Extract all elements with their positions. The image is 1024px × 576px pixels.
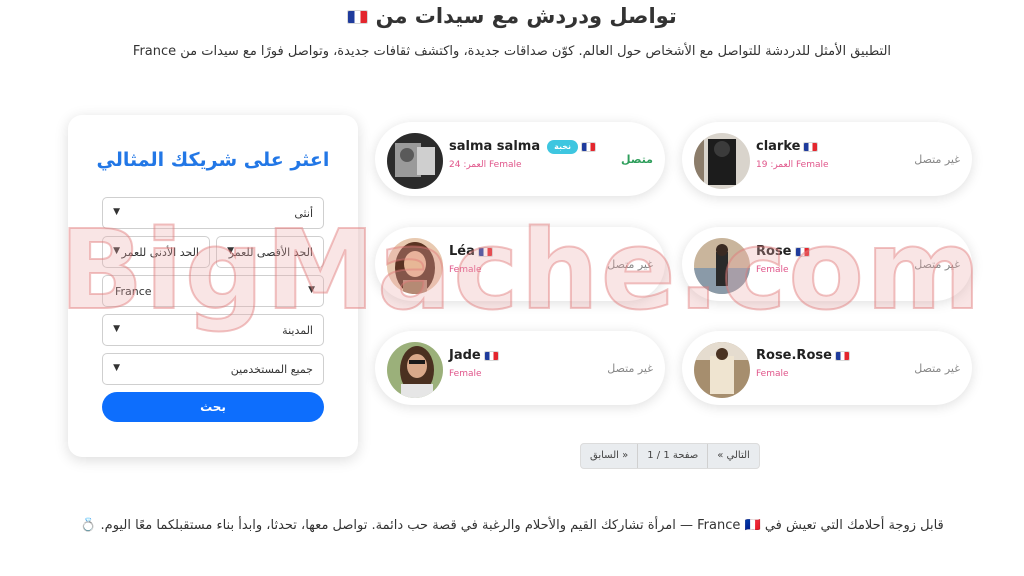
profile-name: Léa (449, 244, 475, 259)
profile-name-row: Rose (756, 244, 810, 259)
profile-name-row: Léa (449, 244, 493, 259)
chevron-down-icon: ▼ (308, 285, 315, 295)
avatar[interactable] (387, 133, 443, 189)
gender-select-value: أنثى (294, 206, 313, 220)
prev-page-button[interactable]: السابق » (581, 444, 639, 468)
profile-card[interactable]: Rose.Rose Female غير متصل (682, 331, 972, 405)
footer-text: قابل زوجة أحلامك التي تعيش في France 🇫🇷 … (80, 518, 944, 533)
users-select-value: جميع المستخدمين (230, 362, 313, 376)
country-select-value: France (115, 284, 152, 298)
france-flag-icon (794, 246, 810, 257)
page-subtitle: التطبيق الأمثل للدردشة للتواصل مع الأشخا… (132, 44, 892, 59)
search-button[interactable]: بحث (102, 392, 324, 422)
page-title: تواصل ودردش مع سيدات من (0, 4, 1024, 28)
profile-name: Jade (449, 348, 481, 363)
min-age-select-value: الحد الأدنى للعمر (121, 245, 199, 259)
pagination: السابق » صفحة 1 / 1 « التالي (580, 443, 760, 469)
france-flag-icon (483, 350, 499, 361)
profile-name-row: clarke (756, 139, 819, 154)
profile-meta: العمر: 19 Female (756, 160, 829, 170)
chevron-down-icon: ▼ (113, 363, 120, 373)
next-page-button[interactable]: « التالي (708, 444, 759, 468)
users-select[interactable]: جميع المستخدمين ▼ (102, 353, 324, 385)
min-age-select[interactable]: الحد الأدنى للعمر ▼ (102, 236, 210, 268)
chevron-down-icon: ▼ (113, 246, 120, 256)
profile-card[interactable]: salma salma نخبة العمر: 24 Female متصل (375, 122, 665, 196)
profile-card[interactable]: Jade Female غير متصل (375, 331, 665, 405)
city-select-value: المدينة (282, 323, 313, 337)
profile-meta: Female (449, 369, 482, 379)
avatar[interactable] (387, 342, 443, 398)
avatar[interactable] (694, 238, 750, 294)
max-age-select[interactable]: الحد الأقصى للعمر ▼ (216, 236, 324, 268)
profile-name: clarke (756, 139, 801, 154)
avatar[interactable] (694, 342, 750, 398)
profile-meta: Female (756, 369, 789, 379)
profile-name: Rose.Rose (756, 348, 832, 363)
profile-name-row: Rose.Rose (756, 348, 850, 363)
page-indicator: صفحة 1 / 1 (638, 444, 709, 468)
chevron-down-icon: ▼ (113, 207, 120, 217)
status-online: متصل (621, 153, 653, 166)
profile-name: Rose (756, 244, 792, 259)
city-select[interactable]: المدينة ▼ (102, 314, 324, 346)
search-title: اعثر على شريكك المثالي (96, 149, 330, 171)
avatar[interactable] (694, 133, 750, 189)
chevron-down-icon: ▼ (227, 246, 234, 256)
france-flag-icon (834, 350, 850, 361)
profile-meta: Female (449, 265, 482, 275)
profile-name-row: salma salma نخبة (449, 139, 596, 154)
gender-select[interactable]: أنثى ▼ (102, 197, 324, 229)
profile-card[interactable]: Léa Female غير متصل (375, 227, 665, 301)
status-offline: غير متصل (914, 258, 960, 271)
status-offline: غير متصل (607, 258, 653, 271)
france-flag-icon (581, 141, 596, 152)
profile-name-row: Jade (449, 348, 499, 363)
profile-meta: Female (756, 265, 789, 275)
search-panel: اعثر على شريكك المثالي أنثى ▼ الحد الأقص… (68, 115, 358, 457)
profile-meta: العمر: 24 Female (449, 160, 522, 170)
profile-card[interactable]: Rose Female غير متصل (682, 227, 972, 301)
elite-badge: نخبة (547, 139, 578, 154)
status-offline: غير متصل (607, 362, 653, 375)
status-offline: غير متصل (914, 153, 960, 166)
avatar[interactable] (387, 238, 443, 294)
france-flag-icon (347, 10, 369, 24)
france-flag-icon (477, 246, 493, 257)
country-select[interactable]: France ▼ (102, 275, 324, 307)
france-flag-icon (803, 141, 819, 152)
max-age-select-value: الحد الأقصى للعمر (228, 245, 313, 259)
chevron-down-icon: ▼ (113, 324, 120, 334)
profile-card[interactable]: clarke العمر: 19 Female غير متصل (682, 122, 972, 196)
profile-name: salma salma (449, 139, 541, 154)
page-title-text: تواصل ودردش مع سيدات من (375, 4, 677, 28)
status-offline: غير متصل (914, 362, 960, 375)
